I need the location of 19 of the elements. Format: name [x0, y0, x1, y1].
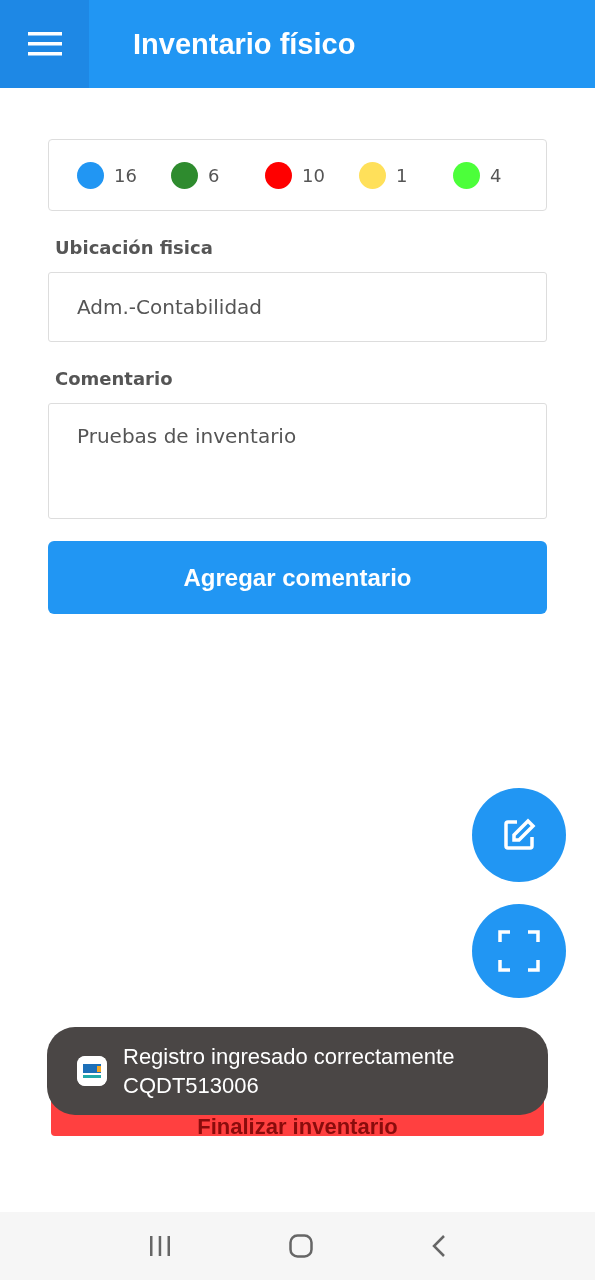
scan-frame-icon	[498, 930, 540, 972]
status-count: 4	[490, 164, 502, 186]
menu-icon	[27, 32, 62, 56]
screen-title: Inventario físico	[133, 27, 356, 61]
comment-field[interactable]: Pruebas de inventario	[48, 403, 547, 519]
status-count: 10	[302, 164, 325, 186]
recent-apps-icon[interactable]	[149, 1235, 172, 1257]
status-count: 6	[208, 164, 220, 186]
field-label: Comentario	[55, 368, 174, 389]
home-icon[interactable]	[289, 1234, 314, 1258]
location-field[interactable]: Adm.-Contabilidad	[48, 272, 547, 342]
edit-icon	[502, 818, 536, 852]
toast-message: Registro ingresado correctamente CQDT513006	[123, 1043, 456, 1100]
status-count: 1	[396, 164, 408, 186]
menu-button[interactable]	[0, 0, 89, 88]
status-count: 16	[114, 164, 137, 186]
app-icon	[77, 1056, 107, 1086]
back-icon[interactable]	[431, 1234, 446, 1258]
field-label: Ubicación fisica	[55, 237, 214, 258]
